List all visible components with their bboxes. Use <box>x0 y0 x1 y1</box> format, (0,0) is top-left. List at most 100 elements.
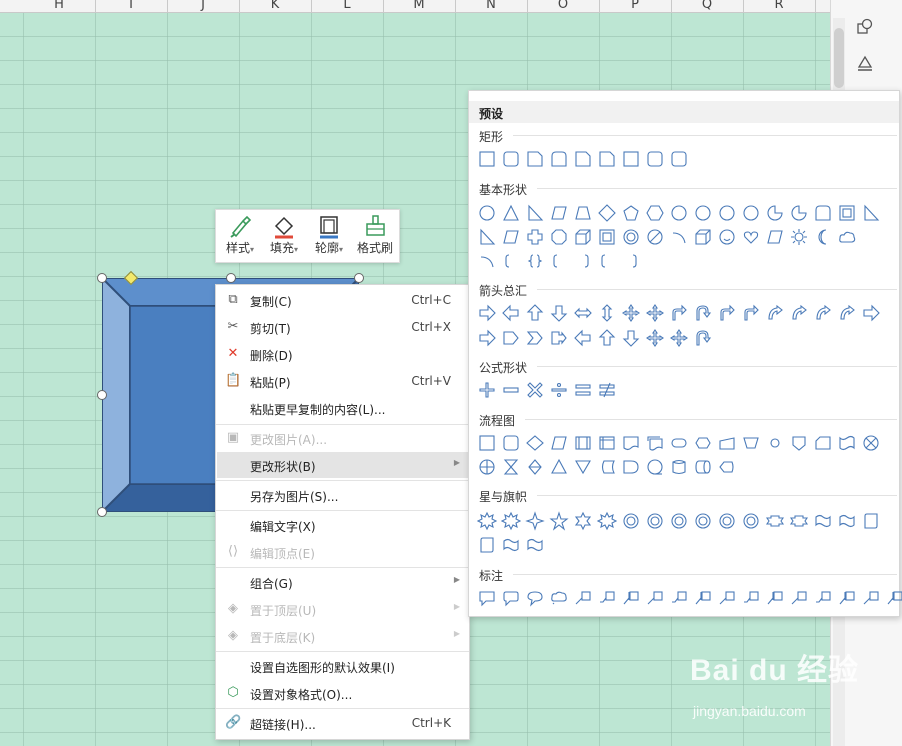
shape-option-rect-icon[interactable] <box>621 149 641 169</box>
shape-option-fdec-icon[interactable] <box>525 433 545 453</box>
column-header-i[interactable]: I <box>95 0 168 12</box>
shape-option-curv-icon[interactable] <box>837 303 857 323</box>
shape-option-rrect-icon[interactable] <box>501 149 521 169</box>
shape-option-fdata-icon[interactable] <box>549 433 569 453</box>
menu-item-save-as-picture[interactable]: 另存为图片(S)... <box>217 482 468 508</box>
shape-option-circle-icon[interactable] <box>741 203 761 223</box>
shape-option-smile-icon[interactable] <box>717 227 737 247</box>
shape-option-wave-icon[interactable] <box>525 535 545 555</box>
shape-option-plus-icon[interactable] <box>477 380 497 400</box>
scrollbar-thumb[interactable] <box>834 28 844 88</box>
column-header-l[interactable]: L <box>311 0 384 12</box>
shape-option-moon-icon[interactable] <box>813 227 833 247</box>
shape-option-snip-icon[interactable] <box>597 149 617 169</box>
shape-option-fcard-icon[interactable] <box>813 433 833 453</box>
shape-option-rect-icon[interactable] <box>477 433 497 453</box>
shape-option-starN-icon[interactable] <box>645 511 665 531</box>
shape-option-cLine-icon[interactable] <box>573 588 593 608</box>
shape-option-rtri-icon[interactable] <box>861 203 881 223</box>
shape-option-cLine-icon[interactable] <box>861 588 881 608</box>
shape-option-for-icon[interactable] <box>477 457 497 477</box>
column-header-o[interactable]: O <box>527 0 600 12</box>
shape-option-curv-icon[interactable] <box>813 303 833 323</box>
shape-option-bL-icon[interactable] <box>501 251 521 271</box>
shape-option-minus-icon[interactable] <box>501 380 521 400</box>
shape-layers-icon[interactable] <box>856 18 874 36</box>
menu-item-edit-text[interactable]: 编辑文字(X) <box>217 512 468 538</box>
shape-option-cBar-icon[interactable] <box>885 588 902 608</box>
shape-option-burst-icon[interactable] <box>596 511 618 531</box>
shape-option-star6-icon[interactable] <box>573 511 593 531</box>
shape-option-fdisp-icon[interactable] <box>717 457 737 477</box>
shape-option-pentA-icon[interactable] <box>501 328 521 348</box>
shape-option-hex-icon[interactable] <box>645 203 665 223</box>
shape-option-fconn-icon[interactable] <box>765 433 785 453</box>
shape-option-frame-icon[interactable] <box>597 227 617 247</box>
shape-option-dia-icon[interactable] <box>597 203 617 223</box>
outline-button[interactable]: 轮廓▾ <box>308 213 350 259</box>
shape-option-arR-icon[interactable] <box>477 328 497 348</box>
shape-option-cLine-icon[interactable] <box>645 588 665 608</box>
shape-option-bent-icon[interactable] <box>741 303 761 323</box>
shape-option-chev-icon[interactable] <box>525 328 545 348</box>
shape-option-wave-icon[interactable] <box>501 535 521 555</box>
shape-option-fsort-icon[interactable] <box>525 457 545 477</box>
shape-option-fint-icon[interactable] <box>597 433 617 453</box>
menu-item-change-shape[interactable]: 更改形状(B) ▶ <box>217 452 468 478</box>
shape-option-fdoc-icon[interactable] <box>621 433 641 453</box>
shape-option-cube-icon[interactable] <box>693 227 713 247</box>
shape-option-round1-icon[interactable] <box>549 149 569 169</box>
shape-option-cloud-icon[interactable] <box>837 227 857 247</box>
shape-option-circle-icon[interactable] <box>669 203 689 223</box>
shape-option-quad-icon[interactable] <box>645 328 665 348</box>
menu-item-delete[interactable]: ✕ 删除(D) <box>217 341 468 367</box>
shape-option-star5-icon[interactable] <box>549 511 569 531</box>
shape-option-brace-icon[interactable] <box>525 251 545 271</box>
shape-option-cOval-icon[interactable] <box>525 588 545 608</box>
column-header-r[interactable]: R <box>743 0 816 12</box>
shape-option-para-icon[interactable] <box>501 227 521 247</box>
shape-option-arD-icon[interactable] <box>549 303 569 323</box>
column-header-m[interactable]: M <box>383 0 456 12</box>
resize-handle-top[interactable] <box>226 273 236 283</box>
shape-option-div-icon[interactable] <box>549 380 569 400</box>
shape-option-heart-icon[interactable] <box>741 227 761 247</box>
shape-option-star4-icon[interactable] <box>525 511 545 531</box>
shape-option-round1-icon[interactable] <box>813 203 833 223</box>
menu-item-copy[interactable]: ⧉ 复制(C) Ctrl+C <box>217 287 468 313</box>
shape-option-quad-icon[interactable] <box>621 303 641 323</box>
shape-option-rtri-icon[interactable] <box>477 227 497 247</box>
shape-option-cLine2-icon[interactable] <box>669 588 689 608</box>
shape-option-mult-icon[interactable] <box>525 380 545 400</box>
style-button[interactable]: 样式▾ <box>220 213 260 259</box>
shape-option-cLine2-icon[interactable] <box>813 588 833 608</box>
shape-option-wave-icon[interactable] <box>837 511 857 531</box>
shape-option-pie-icon[interactable] <box>765 203 785 223</box>
shape-option-cCloud-icon[interactable] <box>549 588 569 608</box>
shape-option-arL-icon[interactable] <box>501 303 521 323</box>
menu-item-edit-points[interactable]: ⟨⟩ 编辑顶点(E) <box>217 539 468 565</box>
shape-option-fman-icon[interactable] <box>717 433 737 453</box>
menu-item-cut[interactable]: ✂ 剪切(T) Ctrl+X <box>217 314 468 340</box>
shape-option-arU-icon[interactable] <box>525 303 545 323</box>
menu-item-change-picture[interactable]: ▣ 更改图片(A)... <box>217 425 468 451</box>
shape-option-eq-icon[interactable] <box>573 380 593 400</box>
shape-option-cLine-icon[interactable] <box>789 588 809 608</box>
shape-option-cRR-icon[interactable] <box>501 588 521 608</box>
shape-option-fcol-icon[interactable] <box>501 457 521 477</box>
shape-option-arc-icon[interactable] <box>669 227 689 247</box>
shape-option-fsto-icon[interactable] <box>597 457 617 477</box>
shape-option-snip-icon[interactable] <box>573 149 593 169</box>
shape-option-curv-icon[interactable] <box>789 303 809 323</box>
shape-option-cLine-icon[interactable] <box>717 588 737 608</box>
shape-option-fmer-icon[interactable] <box>573 457 593 477</box>
shape-option-sun-icon[interactable] <box>789 227 809 247</box>
resize-handle-top-left[interactable] <box>97 273 107 283</box>
shape-option-fmdoc-icon[interactable] <box>645 433 665 453</box>
shape-option-neq-icon[interactable] <box>597 380 617 400</box>
menu-item-hyperlink[interactable]: 🔗 超链接(H)... Ctrl+K <box>217 710 468 736</box>
column-header-p[interactable]: P <box>599 0 672 12</box>
resize-handle-left[interactable] <box>97 390 107 400</box>
shape-option-cross-icon[interactable] <box>525 227 545 247</box>
fill-button[interactable]: 填充▾ <box>264 213 304 259</box>
